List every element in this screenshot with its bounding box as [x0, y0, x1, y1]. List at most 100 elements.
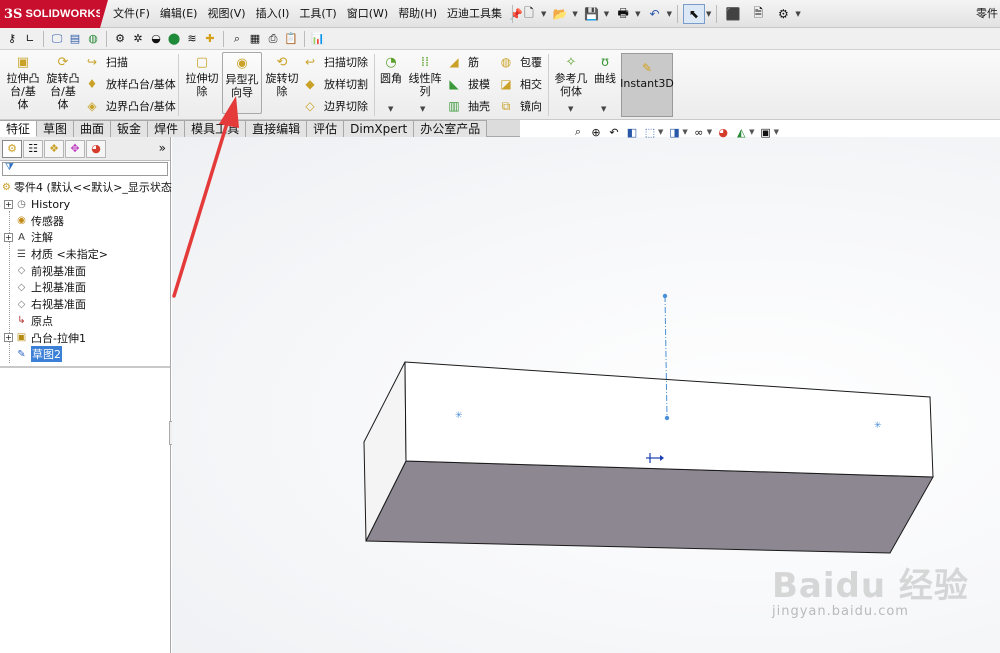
cross-icon[interactable]: ✚ [202, 31, 218, 47]
dropdown-arrow-icon[interactable]: ▼ [541, 10, 546, 18]
globe-icon[interactable]: ◍ [85, 31, 101, 47]
menu-help[interactable]: 帮助(H) [393, 0, 442, 28]
spring-icon[interactable]: ≋ [184, 31, 200, 47]
tree-node[interactable]: ◉ 传感器 [0, 212, 170, 229]
menu-view[interactable]: 视图(V) [202, 0, 250, 28]
tree-node[interactable]: ↳ 原点 [0, 313, 170, 330]
expand-toggle-icon[interactable]: + [4, 232, 13, 242]
select-cursor-icon[interactable]: ⬉ [682, 4, 705, 24]
dropdown-arrow-icon[interactable]: ▼ [604, 10, 609, 18]
mirror-button[interactable]: ⧉ 镜向 [498, 96, 542, 116]
draft-button[interactable]: ◣ 拔模 [446, 74, 490, 94]
dropdown-arrow-icon[interactable]: ▼ [774, 128, 779, 136]
curves-dropdown-icon[interactable]: ▼ [601, 105, 606, 113]
section-view-icon[interactable]: ◧ [625, 126, 639, 139]
apply-scene-icon[interactable]: ◭ [734, 126, 748, 139]
linear-pattern-button[interactable]: ⁞⁞ 线性阵 列 [406, 54, 444, 99]
sweep-button[interactable]: ↪ 扫描 [84, 52, 128, 72]
menu-insert[interactable]: 插入(I) [251, 0, 295, 28]
dropdown-arrow-icon[interactable]: ▼ [658, 128, 663, 136]
tab-sketch[interactable]: 草图 [37, 120, 75, 137]
options-icon[interactable]: ⚙ [772, 4, 794, 24]
tree-node[interactable]: ⚙ 零件4 (默认<<默认>_显示状态 [0, 179, 172, 196]
dropdown-arrow-icon[interactable]: ▼ [667, 10, 672, 18]
menu-tools[interactable]: 工具(T) [294, 0, 341, 28]
layers-icon[interactable]: ▤ [67, 31, 83, 47]
display-manager-tab-icon[interactable]: ◕ [86, 139, 106, 158]
save-icon[interactable]: 💾 [581, 4, 603, 24]
monitor-icon[interactable]: 🖵 [49, 31, 65, 47]
boundary-cut-button[interactable]: ◇ 边界切除 [302, 96, 368, 116]
tree-node[interactable]: + ◷ History [0, 196, 170, 213]
zoom-area-icon[interactable]: ⊕ [589, 126, 603, 139]
pin-marker-icon[interactable]: ⬤ [166, 31, 182, 47]
configuration-manager-tab-icon[interactable]: ❖ [44, 139, 64, 158]
zoom-to-fit-icon[interactable]: ⌕ [571, 125, 585, 139]
loft-boss-button[interactable]: ♦ 放样凸台/基体 [84, 74, 176, 94]
cog-icon[interactable]: ✲ [130, 31, 146, 47]
tab-surfaces[interactable]: 曲面 [74, 120, 112, 137]
tree-node[interactable]: ◇ 上视基准面 [0, 279, 170, 296]
tab-dimxpert[interactable]: DimXpert [344, 120, 415, 137]
extrude-boss-button[interactable]: ▣ 拉伸凸 台/基 体 [4, 54, 42, 112]
file-properties-icon[interactable]: 🗎 [747, 4, 769, 24]
feature-manager-tab-icon[interactable]: ⚙ [2, 139, 22, 158]
intersect-button[interactable]: ◪ 相交 [498, 74, 542, 94]
chart-icon[interactable]: 📊 [310, 31, 326, 47]
fillet-dropdown-icon[interactable]: ▼ [388, 105, 393, 113]
solidworks-logo[interactable]: 3S SOLIDWORKS [0, 0, 103, 28]
edit-appearance-icon[interactable]: ◕ [716, 126, 730, 139]
view-orientation-icon[interactable]: ⬚ [643, 126, 657, 139]
menu-window[interactable]: 窗口(W) [342, 0, 393, 28]
box-top-face[interactable] [404, 361, 934, 478]
expand-toggle-icon[interactable]: + [4, 333, 13, 343]
dropdown-arrow-icon[interactable]: ▼ [795, 10, 800, 18]
table-icon[interactable]: ▦ [247, 31, 263, 47]
tab-sheet-metal[interactable]: 钣金 [111, 120, 149, 137]
rebuild-icon[interactable]: ⬛ [722, 4, 744, 24]
hole-wizard-button[interactable]: ◉ 异型孔 向导 [222, 52, 262, 114]
tree-node[interactable]: ◇ 右视基准面 [0, 296, 170, 313]
tab-evaluate[interactable]: 评估 [307, 120, 345, 137]
dropdown-arrow-icon[interactable]: ▼ [706, 10, 711, 18]
reference-geometry-dropdown-icon[interactable]: ▼ [568, 105, 573, 113]
display-style-icon[interactable]: ◨ [667, 126, 681, 139]
tree-filter-input[interactable]: ⧩ [2, 162, 168, 176]
tab-office-products[interactable]: 办公室产品 [414, 120, 488, 137]
property-manager-tab-icon[interactable]: ☷ [23, 139, 43, 158]
wrap-button[interactable]: ◍ 包覆 [498, 52, 542, 72]
expand-toggle-icon[interactable]: + [4, 199, 13, 209]
reference-geometry-button[interactable]: ✧ 参考几 何体 [552, 54, 590, 99]
curves-button[interactable]: ʊ 曲线 [592, 54, 618, 86]
previous-view-icon[interactable]: ↶ [607, 126, 621, 139]
tab-weldments[interactable]: 焊件 [148, 120, 186, 137]
instant3d-button[interactable]: ✎ Instant3D [620, 53, 674, 117]
tree-node[interactable]: ◇ 前视基准面 [0, 262, 170, 279]
sweep-cut-button[interactable]: ↩ 扫描切除 [302, 52, 368, 72]
revolve-cut-button[interactable]: ⟲ 旋转切 除 [263, 54, 301, 99]
tab-direct-editing[interactable]: 直接编辑 [246, 120, 308, 137]
menu-edit[interactable]: 编辑(E) [155, 0, 203, 28]
panel-split-divider[interactable] [0, 366, 170, 368]
dimxpert-manager-tab-icon[interactable]: ✥ [65, 139, 85, 158]
printer-icon[interactable]: ⎙ [265, 31, 281, 47]
sketch-point[interactable] [664, 415, 670, 421]
sketch-point-marker[interactable]: ✳ [874, 421, 882, 431]
new-document-icon[interactable]: 🗋 [518, 4, 540, 24]
menu-maidi-tools[interactable]: 迈迪工具集 [442, 0, 507, 28]
key-icon[interactable]: ⚷ [4, 31, 20, 47]
bowl-icon[interactable]: ◒ [148, 31, 164, 47]
dropdown-arrow-icon[interactable]: ▼ [749, 128, 754, 136]
search-icon[interactable]: ⌕ [229, 31, 245, 47]
revolve-boss-button[interactable]: ⟳ 旋转凸 台/基 体 [44, 54, 82, 112]
clipboard-icon[interactable]: 📋 [283, 31, 299, 47]
dropdown-arrow-icon[interactable]: ▼ [682, 128, 687, 136]
hide-show-items-icon[interactable]: ∞ [692, 126, 706, 139]
fillet-button[interactable]: ◔ 圆角 [378, 54, 404, 86]
undo-icon[interactable]: ↶ [644, 4, 666, 24]
dropdown-arrow-icon[interactable]: ▼ [572, 10, 577, 18]
dropdown-arrow-icon[interactable]: ▼ [635, 10, 640, 18]
tree-node[interactable]: + ▣ 凸台-拉伸1 [0, 329, 170, 346]
sketch-line-icon[interactable]: ∟ [22, 31, 38, 47]
gear-icon[interactable]: ⚙ [112, 31, 128, 47]
